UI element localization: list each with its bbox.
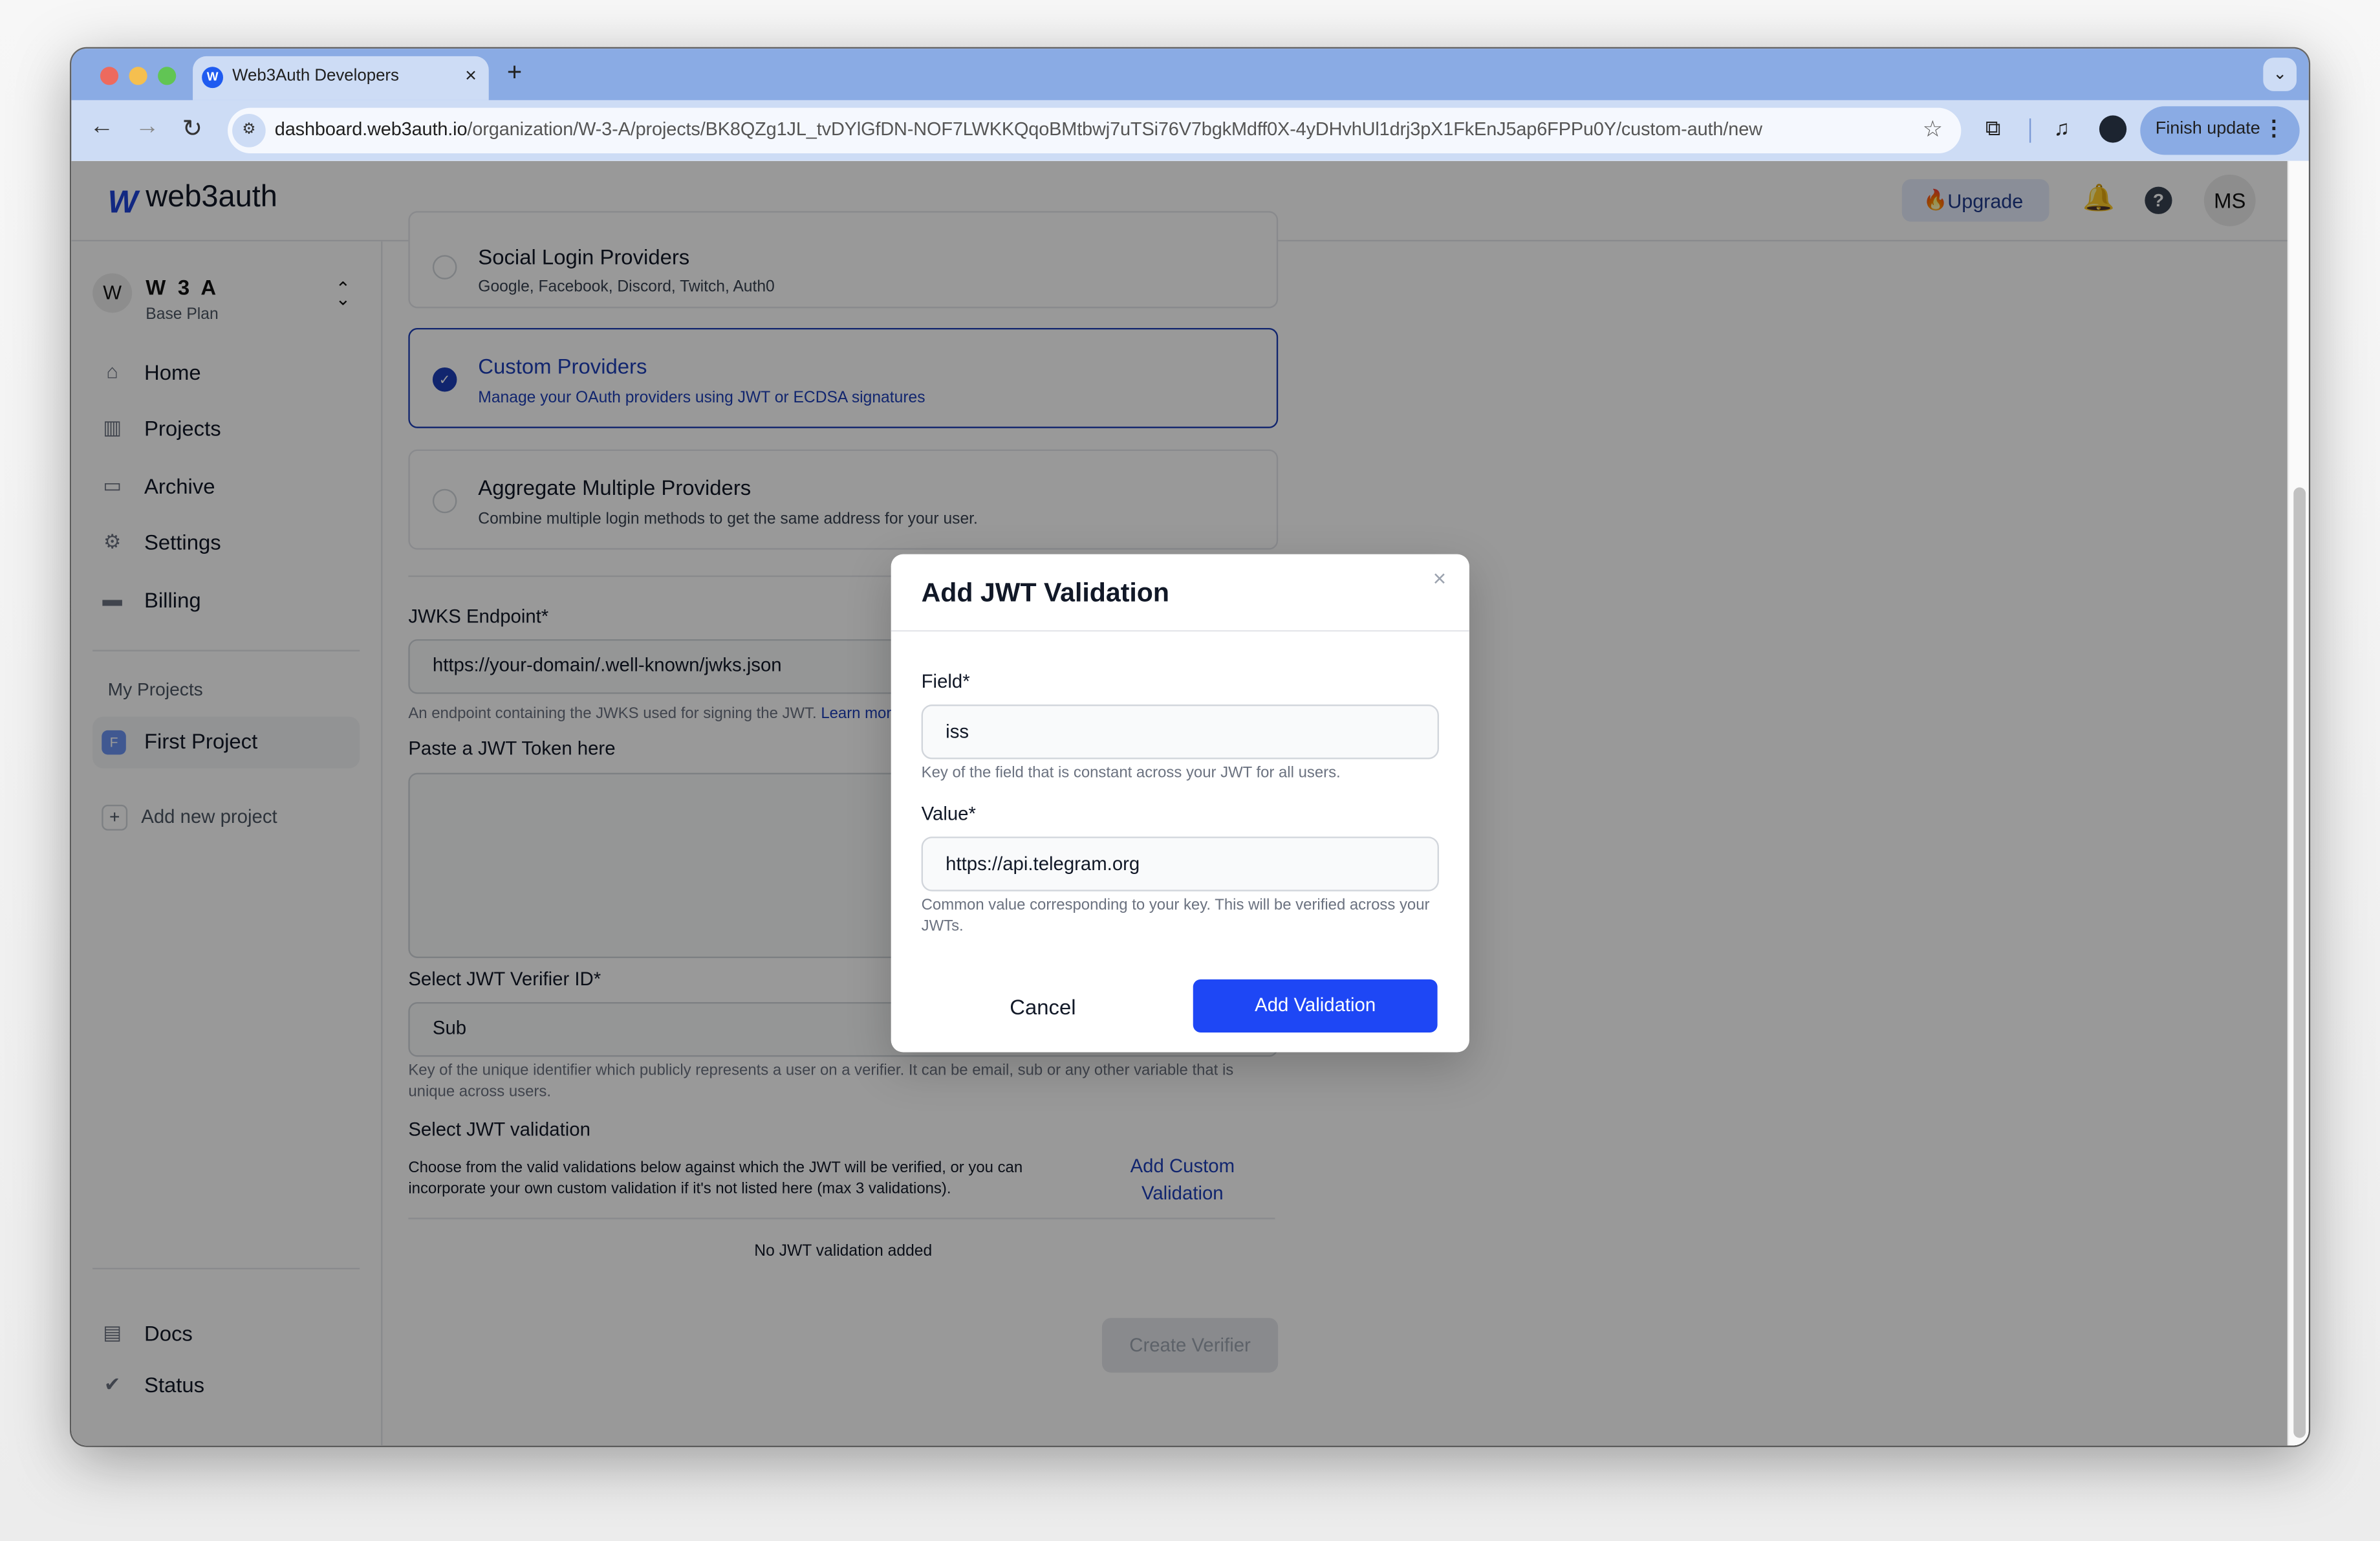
tab-web3auth-developers[interactable]: W Web3Auth Developers ×: [193, 56, 489, 100]
modal-title: Add JWT Validation: [921, 576, 1169, 607]
value-input[interactable]: https://api.telegram.org: [921, 836, 1439, 891]
close-tab-icon[interactable]: ×: [465, 64, 477, 87]
media-controls-icon[interactable]: ♫: [2053, 115, 2070, 140]
back-arrow-icon[interactable]: ←: [89, 114, 114, 141]
finish-update-label: Finish update: [2155, 120, 2260, 138]
address-bar[interactable]: ⚙ dashboard.web3auth.io/organization/W-3…: [228, 107, 1962, 154]
profile-avatar[interactable]: [2099, 115, 2127, 143]
bookmark-star-icon[interactable]: ☆: [1923, 115, 1943, 143]
tab-title: Web3Auth Developers: [232, 67, 399, 85]
extensions-puzzle-icon[interactable]: ⧉: [1985, 115, 2000, 141]
browser-window: W Web3Auth Developers × + ⌄ ← → ↻ ⚙ dash…: [71, 49, 2309, 1446]
desktop: W Web3Auth Developers × + ⌄ ← → ↻ ⚙ dash…: [0, 0, 2380, 1541]
value-label: Value*: [921, 803, 976, 825]
value-input-value: https://api.telegram.org: [946, 853, 1140, 875]
url-host: dashboard.web3auth.io: [274, 118, 468, 140]
new-tab-icon[interactable]: +: [507, 58, 522, 88]
url-text[interactable]: dashboard.web3auth.io/organization/W-3-A…: [275, 118, 1762, 140]
web3auth-favicon-icon: W: [202, 67, 224, 89]
maximize-window-button[interactable]: [158, 67, 177, 85]
more-menu-icon[interactable]: ⋮: [2263, 115, 2284, 141]
modal-divider: [891, 630, 1469, 632]
close-icon[interactable]: ×: [1433, 566, 1447, 592]
scrollbar[interactable]: [2287, 160, 2309, 1446]
close-window-button[interactable]: [100, 67, 119, 85]
minimize-window-button[interactable]: [129, 67, 147, 85]
forward-arrow-icon[interactable]: →: [135, 114, 160, 141]
browser-toolbar: ← → ↻ ⚙ dashboard.web3auth.io/organizati…: [71, 100, 2309, 161]
add-validation-button[interactable]: Add Validation: [1193, 979, 1438, 1033]
cancel-button[interactable]: Cancel: [952, 979, 1134, 1034]
finish-update-button[interactable]: Finish update ⋮: [2140, 106, 2300, 155]
field-label: Field*: [921, 671, 970, 693]
reload-icon[interactable]: ↻: [182, 114, 202, 144]
tab-strip: W Web3Auth Developers × + ⌄: [71, 49, 2309, 100]
site-info-icon[interactable]: ⚙: [232, 114, 266, 148]
field-input[interactable]: iss: [921, 705, 1439, 760]
toolbar-divider: [2029, 118, 2031, 143]
scrollbar-thumb[interactable]: [2293, 487, 2306, 1438]
url-path: /organization/W-3-A/projects/BK8QZg1JL_t…: [467, 118, 1762, 140]
field-help: Key of the field that is constant across…: [921, 765, 1341, 782]
web-page: W web3auth 🔥 Upgrade 🔔 ? MS W W 3 A Base…: [71, 160, 2309, 1446]
value-help: Common value corresponding to your key. …: [921, 897, 1430, 935]
field-input-value: iss: [946, 721, 969, 743]
tab-search-chevron-icon[interactable]: ⌄: [2263, 58, 2297, 91]
add-jwt-validation-modal: Add JWT Validation × Field* iss Key of t…: [891, 554, 1469, 1053]
